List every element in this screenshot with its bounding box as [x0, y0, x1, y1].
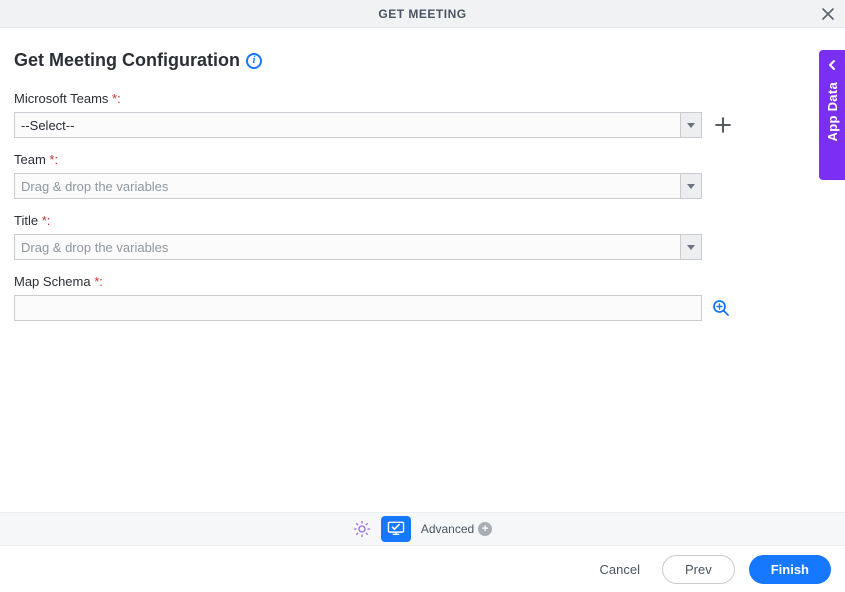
select-microsoft-teams-input[interactable]	[14, 112, 680, 138]
form-body: Get Meeting Configuration i Microsoft Te…	[0, 28, 845, 321]
field-microsoft-teams: Microsoft Teams *:	[14, 91, 831, 138]
select-team-caret[interactable]	[680, 173, 702, 199]
settings-button[interactable]	[353, 520, 371, 538]
advanced-label-text: Advanced	[421, 522, 474, 536]
field-title: Title *:	[14, 213, 831, 260]
gear-icon	[353, 520, 371, 538]
finish-button[interactable]: Finish	[749, 555, 831, 584]
side-tab-label: App Data	[825, 82, 840, 141]
required-star: *:	[49, 152, 58, 167]
close-icon	[821, 7, 835, 21]
form-view-button[interactable]	[381, 516, 411, 542]
search-zoom-icon	[712, 299, 730, 317]
label-team: Team *:	[14, 152, 831, 167]
page-title: Get Meeting Configuration	[14, 50, 240, 71]
dialog-header: GET MEETING	[0, 0, 845, 28]
select-team[interactable]	[14, 173, 702, 199]
select-microsoft-teams[interactable]	[14, 112, 702, 138]
field-team: Team *:	[14, 152, 831, 199]
select-title-caret[interactable]	[680, 234, 702, 260]
app-data-side-tab[interactable]: App Data	[819, 50, 845, 180]
chevron-down-icon	[687, 245, 695, 250]
label-microsoft-teams: Microsoft Teams *:	[14, 91, 831, 106]
map-schema-input[interactable]	[14, 295, 702, 321]
map-schema-lookup-button[interactable]	[712, 299, 730, 317]
cancel-button[interactable]: Cancel	[592, 556, 648, 583]
select-team-input[interactable]	[14, 173, 680, 199]
plus-icon	[714, 116, 732, 134]
prev-button[interactable]: Prev	[662, 555, 735, 584]
add-connector-button[interactable]	[714, 116, 732, 134]
label-map-schema: Map Schema *:	[14, 274, 831, 289]
plus-circle-icon: +	[478, 522, 492, 536]
dialog-footer: Cancel Prev Finish	[0, 546, 845, 592]
select-title-input[interactable]	[14, 234, 680, 260]
advanced-toggle[interactable]: Advanced +	[421, 522, 492, 536]
label-title: Title *:	[14, 213, 831, 228]
chevron-down-icon	[687, 184, 695, 189]
field-map-schema: Map Schema *:	[14, 274, 831, 321]
monitor-check-icon	[387, 521, 405, 537]
dialog-title: GET MEETING	[378, 7, 466, 21]
chevron-left-icon	[827, 58, 837, 76]
required-star: *:	[112, 91, 121, 106]
chevron-down-icon	[687, 123, 695, 128]
bottom-toolbar: Advanced +	[0, 512, 845, 546]
page-title-row: Get Meeting Configuration i	[14, 50, 831, 71]
select-title[interactable]	[14, 234, 702, 260]
info-icon[interactable]: i	[246, 53, 262, 69]
select-microsoft-teams-caret[interactable]	[680, 112, 702, 138]
required-star: *:	[94, 274, 103, 289]
required-star: *:	[42, 213, 51, 228]
close-button[interactable]	[821, 7, 835, 21]
